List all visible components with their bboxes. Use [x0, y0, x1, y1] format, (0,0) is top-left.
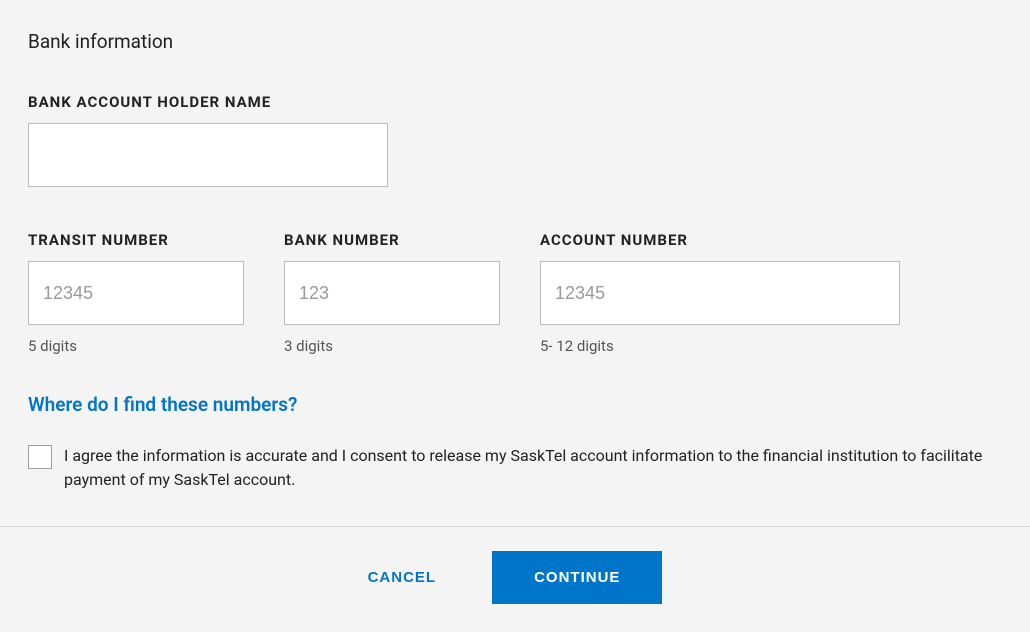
transit-group: TRANSIT NUMBER 5 digits	[28, 231, 244, 355]
bank-label: BANK NUMBER	[284, 231, 500, 249]
bank-input[interactable]	[284, 261, 500, 325]
transit-helper: 5 digits	[28, 337, 244, 355]
help-link[interactable]: Where do I find these numbers?	[28, 393, 297, 416]
account-helper: 5- 12 digits	[540, 337, 900, 355]
transit-input[interactable]	[28, 261, 244, 325]
consent-row: I agree the information is accurate and …	[28, 444, 1002, 492]
holder-name-input[interactable]	[28, 123, 388, 187]
transit-label: TRANSIT NUMBER	[28, 231, 244, 249]
section-title: Bank information	[28, 30, 1002, 53]
holder-name-label: BANK ACCOUNT HOLDER NAME	[28, 93, 388, 111]
bank-helper: 3 digits	[284, 337, 500, 355]
footer: CANCEL CONTINUE	[0, 526, 1030, 604]
cancel-button[interactable]: CANCEL	[368, 569, 437, 586]
account-group: ACCOUNT NUMBER 5- 12 digits	[540, 231, 900, 355]
holder-name-group: BANK ACCOUNT HOLDER NAME	[28, 93, 388, 187]
continue-button[interactable]: CONTINUE	[492, 551, 662, 604]
account-input[interactable]	[540, 261, 900, 325]
consent-checkbox[interactable]	[28, 445, 52, 469]
bank-group: BANK NUMBER 3 digits	[284, 231, 500, 355]
consent-text: I agree the information is accurate and …	[64, 444, 992, 492]
account-label: ACCOUNT NUMBER	[540, 231, 900, 249]
